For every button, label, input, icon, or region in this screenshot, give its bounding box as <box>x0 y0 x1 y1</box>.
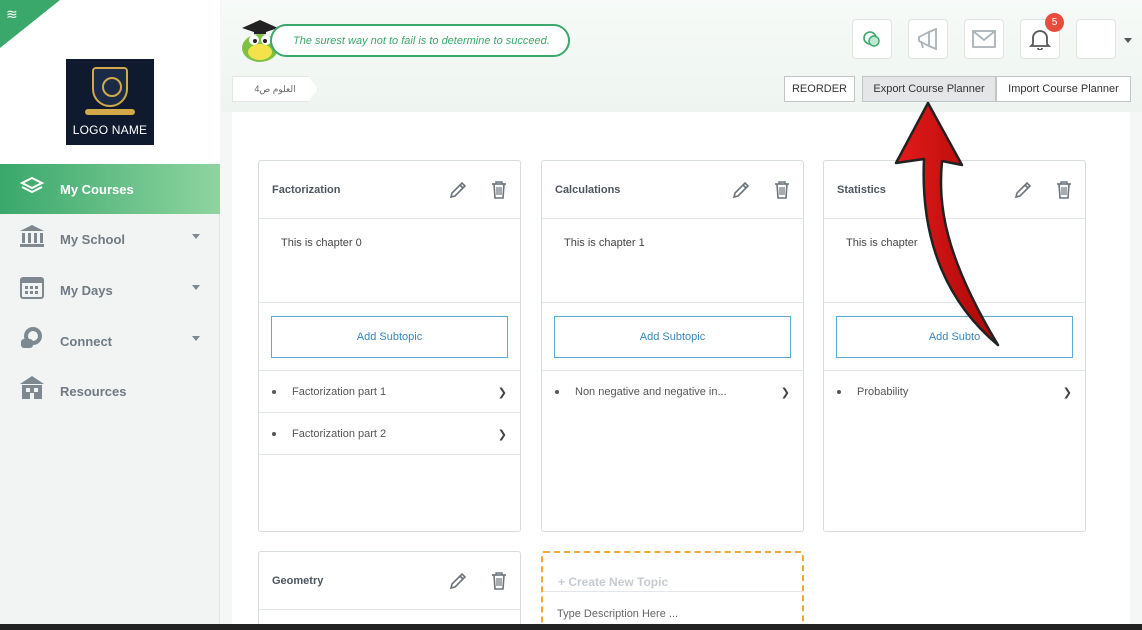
sidebar-item-label: My Days <box>60 282 113 298</box>
sidebar-item-my-days[interactable]: My Days <box>0 265 220 315</box>
bullet-icon <box>555 390 559 394</box>
edit-icon[interactable] <box>1012 179 1034 201</box>
annotation-arrow-icon <box>894 101 1000 347</box>
topic-description: This is chapter 0 <box>259 219 520 303</box>
create-topic-title[interactable]: + Create New Topic <box>558 575 668 589</box>
bottom-edge <box>0 624 1142 630</box>
ribbon-icon <box>85 109 135 115</box>
chat-bubbles-icon <box>18 326 46 356</box>
topic-card-header: Factorization <box>259 161 520 219</box>
school-logo: LOGO NAME <box>66 59 154 145</box>
bullet-icon <box>272 431 276 436</box>
chevron-right-icon: ❯ <box>497 387 507 399</box>
bell-icon <box>1029 30 1051 50</box>
subtopic-label: Probability <box>857 386 909 398</box>
mail-icon <box>972 30 996 48</box>
topic-description-input[interactable]: Type Description Here ... <box>557 608 678 620</box>
bank-icon <box>18 224 46 254</box>
sidebar-item-label: Connect <box>60 333 112 349</box>
trash-icon[interactable] <box>488 570 510 592</box>
add-subtopic-button[interactable]: Add Subtopic <box>554 316 791 358</box>
topic-card: Geometry <box>258 551 521 630</box>
menu-layers-icon[interactable]: ≋ <box>6 6 18 23</box>
add-subtopic-area: Add Subtopic <box>259 303 520 371</box>
topic-card: Calculations This is chapter 1 Add Subto… <box>541 160 804 532</box>
topic-title: Factorization <box>272 183 341 196</box>
sidebar-item-my-courses[interactable]: My Courses <box>0 164 220 214</box>
chevron-right-icon: ❯ <box>780 387 790 399</box>
import-course-planner-button[interactable]: Import Course Planner <box>996 76 1131 102</box>
chevron-right-icon: ❯ <box>1062 387 1072 399</box>
chevron-down-icon <box>192 234 200 239</box>
subtopic-item[interactable]: Factorization part 2 ❯ <box>259 413 520 455</box>
topic-card-header: Geometry <box>259 552 520 610</box>
sidebar-item-label: My Courses <box>60 181 134 197</box>
sidebar: ≋ LOGO NAME My Courses My School My Days… <box>0 0 220 630</box>
trash-icon[interactable] <box>771 179 793 201</box>
edit-icon[interactable] <box>730 179 752 201</box>
notification-badge: 5 <box>1045 13 1064 32</box>
divider <box>543 591 802 592</box>
subtopic-label: Factorization part 2 <box>292 427 387 440</box>
add-subtopic-button[interactable]: Add Subtopic <box>271 316 508 358</box>
chevron-down-icon[interactable] <box>1124 38 1132 43</box>
edit-icon[interactable] <box>447 570 469 592</box>
edit-icon[interactable] <box>447 179 469 201</box>
sidebar-item-my-school[interactable]: My School <box>0 214 220 264</box>
calendar-icon <box>18 274 46 306</box>
subtopic-label: Factorization part 1 <box>292 385 387 398</box>
bullet-icon <box>837 390 841 394</box>
subtopic-item[interactable]: Non negative and negative in... ❯ <box>542 371 803 413</box>
breadcrumb[interactable]: العلوم ص4 <box>232 76 318 102</box>
reorder-button[interactable]: REORDER <box>784 76 855 102</box>
topic-title: Calculations <box>555 183 621 196</box>
chat-button[interactable] <box>852 19 892 59</box>
chat-icon <box>863 31 880 47</box>
trash-icon[interactable] <box>488 179 510 201</box>
topic-card-header: Calculations <box>542 161 803 219</box>
megaphone-icon <box>918 28 937 50</box>
quote-text: The surest way not to fail is to determi… <box>293 34 550 47</box>
add-subtopic-area: Add Subtopic <box>542 303 803 371</box>
subtopic-item[interactable]: Probability ❯ <box>824 371 1085 413</box>
subtopic-item[interactable]: Factorization part 1 ❯ <box>259 371 520 413</box>
user-avatar-button[interactable] <box>1076 19 1116 59</box>
topic-card: Factorization This is chapter 0 Add Subt… <box>258 160 521 532</box>
breadcrumb-label: العلوم ص4 <box>254 83 296 94</box>
logo-text: LOGO NAME <box>72 123 148 137</box>
sidebar-item-label: My School <box>60 231 126 247</box>
motivational-quote: The surest way not to fail is to determi… <box>270 24 570 57</box>
topic-title: Geometry <box>272 574 324 587</box>
chevron-down-icon <box>192 336 200 341</box>
layers-icon <box>18 176 46 202</box>
trash-icon[interactable] <box>1053 179 1075 201</box>
crest-icon <box>92 67 128 107</box>
create-topic-card[interactable]: + Create New Topic Type Description Here… <box>541 551 804 630</box>
topic-description: This is chapter 1 <box>542 219 803 303</box>
subtopic-label: Non negative and negative in... <box>575 386 727 398</box>
sidebar-item-resources[interactable]: Resources <box>0 366 220 416</box>
sidebar-item-connect[interactable]: Connect <box>0 316 220 366</box>
sidebar-item-label: Resources <box>60 383 127 399</box>
announcements-button[interactable] <box>908 19 948 59</box>
chevron-right-icon: ❯ <box>497 429 507 441</box>
mail-button[interactable] <box>964 19 1004 59</box>
bullet-icon <box>272 389 276 394</box>
building-icon <box>18 375 46 407</box>
chevron-down-icon <box>192 285 200 290</box>
